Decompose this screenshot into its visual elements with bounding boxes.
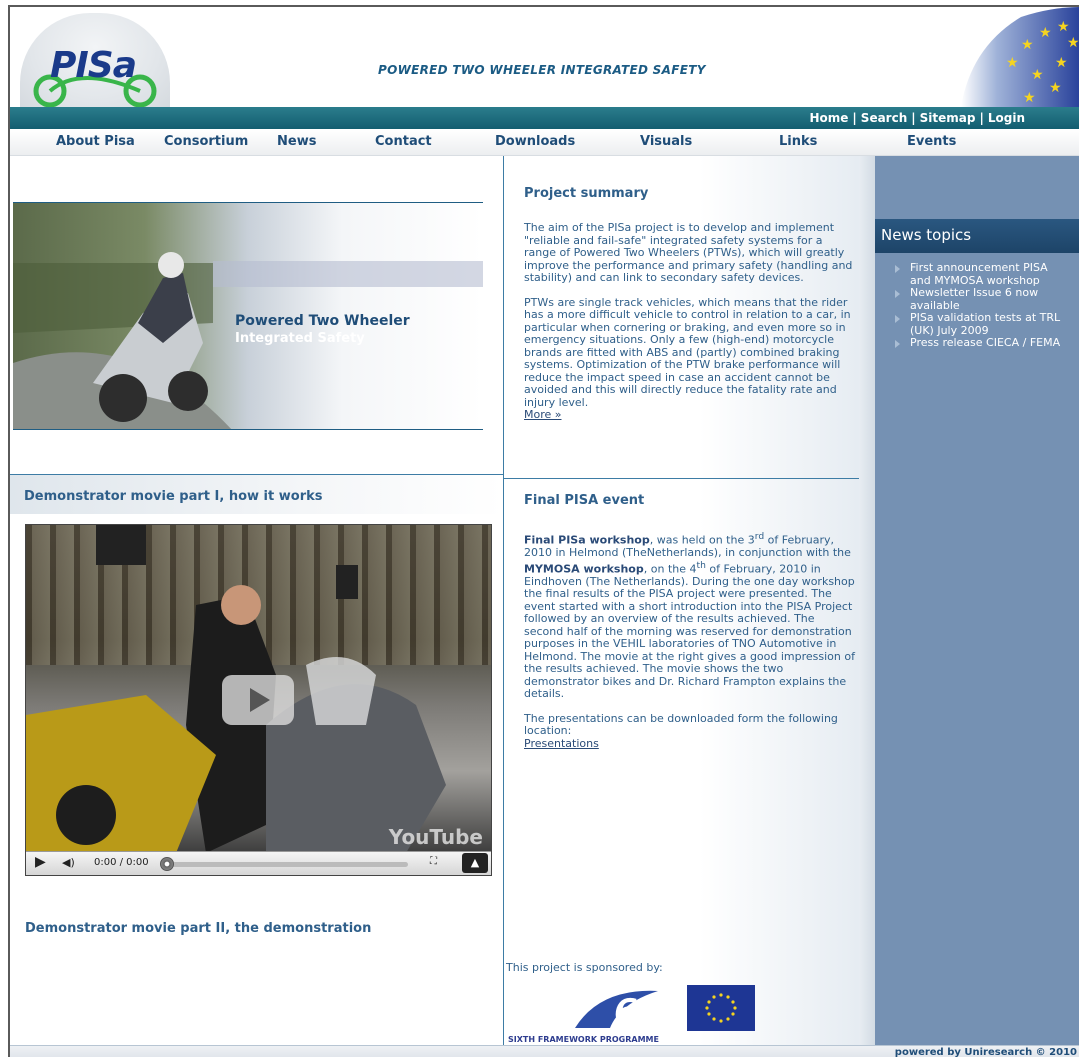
final-event-text: Final PISa workshop, was held on the 3rd… xyxy=(524,531,856,750)
svg-text:★: ★ xyxy=(1057,19,1070,35)
project-summary-paragraph-2: PTWs are single track vehicles, which me… xyxy=(524,295,851,409)
ordinal-th: th xyxy=(696,559,706,571)
sixth-framework-label: SIXTH FRAMEWORK PROGRAMME xyxy=(508,1035,659,1044)
video-thumbnail: YouTube xyxy=(26,525,491,853)
news-topics-heading: News topics xyxy=(875,219,1079,253)
nav-visuals[interactable]: Visuals xyxy=(640,134,692,149)
nav-events[interactable]: Events xyxy=(907,134,956,149)
more-link[interactable]: More » xyxy=(524,408,562,421)
svg-text:6: 6 xyxy=(614,992,638,1032)
main-nav: About Pisa Consortium News Contact Downl… xyxy=(10,130,1079,156)
eu-logo xyxy=(687,985,755,1031)
util-separator: | xyxy=(979,111,984,125)
final-event-text-4: of February, 2010 in Eindhoven (The Neth… xyxy=(524,562,855,701)
nav-about-pisa[interactable]: About Pisa xyxy=(56,134,135,149)
video-player[interactable]: YouTube ▶ ◀) 0:00 / 0:00 ⛶ ▲ xyxy=(25,524,492,876)
eu-flag-banner: ★★★ ★★★ ★★★ xyxy=(961,7,1079,107)
news-item[interactable]: Newsletter Issue 6 now available xyxy=(890,286,1079,312)
middle-divider xyxy=(504,478,860,479)
nav-contact[interactable]: Contact xyxy=(375,134,432,149)
video-time: 0:00 / 0:00 xyxy=(94,857,149,868)
util-link-login[interactable]: Login xyxy=(988,111,1025,125)
hero-title: Powered Two Wheeler xyxy=(235,313,410,329)
video-controls: ▶ ◀) 0:00 / 0:00 ⛶ ▲ xyxy=(26,851,491,875)
downloads-text: The presentations can be downloaded form… xyxy=(524,711,838,738)
svg-text:★: ★ xyxy=(1055,55,1068,71)
news-item[interactable]: Press release CIECA / FEMA xyxy=(890,336,1079,350)
svg-text:★: ★ xyxy=(1067,35,1079,51)
utility-nav: Home | Search | Sitemap | Login xyxy=(809,111,1025,125)
site-tagline: POWERED TWO WHEELER INTEGRATED SAFETY xyxy=(378,63,706,77)
video-progress-knob[interactable] xyxy=(160,857,174,871)
video-progress-bar[interactable] xyxy=(166,862,408,867)
middle-column: Project summary The aim of the PISa proj… xyxy=(503,156,860,1057)
svg-text:★: ★ xyxy=(1031,67,1044,83)
svg-text:★: ★ xyxy=(1049,80,1062,96)
svg-text:★: ★ xyxy=(1039,25,1052,41)
play-overlay-button[interactable] xyxy=(222,675,294,725)
project-summary-heading: Project summary xyxy=(524,186,649,201)
demo-movie-part1-heading: Demonstrator movie part I, how it works xyxy=(24,489,323,504)
hero-subtitle: Integrated Safety xyxy=(235,331,365,346)
sixth-framework-logo: 6 xyxy=(575,990,658,1032)
nav-news[interactable]: News xyxy=(277,134,316,149)
footer-text: powered by Uniresearch © 2010 xyxy=(894,1047,1077,1057)
util-separator: | xyxy=(852,111,857,125)
sponsor-text: This project is sponsored by: xyxy=(506,961,663,974)
page-footer: powered by Uniresearch © 2010 xyxy=(10,1045,1079,1057)
site-header: PISa POWERED TWO WHEELER INTEGRATED SAFE… xyxy=(10,7,1079,111)
util-link-sitemap[interactable]: Sitemap xyxy=(920,111,976,125)
svg-text:★: ★ xyxy=(1006,55,1019,71)
svg-text:★: ★ xyxy=(1023,90,1036,106)
final-event-heading: Final PISA event xyxy=(524,493,645,508)
fullscreen-icon[interactable]: ⛶ xyxy=(430,856,437,867)
util-separator: | xyxy=(911,111,916,125)
page-frame: PISa POWERED TWO WHEELER INTEGRATED SAFE… xyxy=(8,5,1079,1057)
play-icon[interactable]: ▶ xyxy=(35,854,46,870)
eject-icon[interactable]: ▲ xyxy=(462,853,488,873)
ordinal-rd: rd xyxy=(754,531,765,542)
mymosa-bold: MYMOSA workshop xyxy=(524,562,644,576)
svg-text:★: ★ xyxy=(1021,37,1034,53)
news-item[interactable]: PISa validation tests at TRL (UK) July 2… xyxy=(890,311,1079,337)
presentations-link[interactable]: Presentations xyxy=(524,737,599,750)
logo-text: PISa xyxy=(50,45,137,86)
hero-banner: Powered Two Wheeler Integrated Safety xyxy=(13,202,483,430)
volume-icon[interactable]: ◀) xyxy=(62,856,75,869)
util-link-search[interactable]: Search xyxy=(861,111,907,125)
youtube-watermark: YouTube xyxy=(388,825,483,849)
news-list: First announcement PISA and MYMOSA works… xyxy=(890,261,1079,350)
left-column: Powered Two Wheeler Integrated Safety De… xyxy=(10,156,503,1057)
nav-links[interactable]: Links xyxy=(779,134,817,149)
demo-movie-part2-heading: Demonstrator movie part II, the demonstr… xyxy=(25,921,372,936)
project-summary-paragraph-1: The aim of the PISa project is to develo… xyxy=(524,221,853,284)
nav-downloads[interactable]: Downloads xyxy=(495,134,575,149)
util-link-home[interactable]: Home xyxy=(809,111,848,125)
nav-consortium[interactable]: Consortium xyxy=(164,134,248,149)
news-item[interactable]: First announcement PISA and MYMOSA works… xyxy=(890,261,1079,287)
final-event-text-3: , on the 4 xyxy=(643,562,697,576)
eu-stars-icon xyxy=(705,993,737,1023)
column-gap xyxy=(859,156,875,1057)
final-event-text-1: , was held on the 3 xyxy=(649,533,755,547)
final-workshop-bold: Final PISa workshop xyxy=(524,533,650,547)
project-summary-text: The aim of the PISa project is to develo… xyxy=(524,221,856,422)
